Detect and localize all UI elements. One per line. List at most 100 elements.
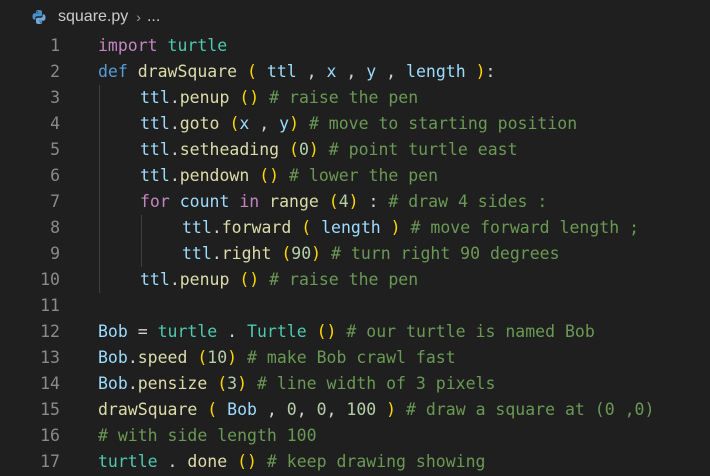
code-line[interactable]: 9 ttl.right (90) # turn right 90 degrees xyxy=(0,241,710,267)
line-number: 5 xyxy=(50,140,60,159)
line-number: 1 xyxy=(50,36,60,55)
code-token: ) xyxy=(386,400,397,419)
code-token: ) xyxy=(289,114,299,133)
code-line[interactable]: 17 turtle . done () # keep drawing showin… xyxy=(0,449,710,475)
indent-guide xyxy=(99,85,100,293)
code-token: drawSquare xyxy=(137,62,238,81)
code-token: 0 xyxy=(298,140,309,159)
code-token: # line width of 3 pixels xyxy=(256,374,496,393)
code-token: x xyxy=(239,114,250,133)
code-token: . xyxy=(211,218,222,237)
code-text: ttl.penup () # raise the pen xyxy=(140,267,418,293)
code-token: penup xyxy=(179,270,230,289)
code-token: for xyxy=(140,192,170,211)
code-token: forward xyxy=(221,218,292,237)
line-number: 11 xyxy=(40,296,60,315)
code-token: ( xyxy=(289,140,299,159)
code-editor[interactable]: 1 import turtle 2 def drawSquare ( ttl , x … xyxy=(0,33,710,476)
code-line[interactable]: 3 ttl.penup () # raise the pen xyxy=(0,85,710,111)
code-token: ) xyxy=(227,348,238,367)
code-line[interactable]: 13 Bob.speed (10) # make Bob crawl fast xyxy=(0,345,710,371)
code-token: import xyxy=(98,36,158,55)
code-token: Turtle xyxy=(247,322,307,341)
breadcrumb: square.py › ... xyxy=(0,0,710,34)
code-token: Bob xyxy=(98,322,128,341)
code-line[interactable]: 7 for count in range (4) : # draw 4 sides… xyxy=(0,189,710,215)
line-number: 8 xyxy=(50,218,60,237)
breadcrumb-separator: › xyxy=(136,9,141,25)
code-token: : xyxy=(485,62,496,81)
code-token: # raise the pen xyxy=(269,88,419,107)
code-token: pendown xyxy=(179,166,250,185)
code-token: ttl xyxy=(140,88,170,107)
code-token: # turn right 90 degrees xyxy=(331,244,560,263)
code-token: ) xyxy=(475,62,486,81)
code-token: in xyxy=(239,192,260,211)
code-token: range xyxy=(269,192,319,211)
code-line[interactable]: 2 def drawSquare ( ttl , x , y , length )… xyxy=(0,59,710,85)
breadcrumb-file[interactable]: square.py xyxy=(58,8,128,26)
code-token: 10 xyxy=(207,348,228,367)
line-number: 9 xyxy=(50,244,60,263)
line-number: 6 xyxy=(50,166,60,185)
code-token: count xyxy=(179,192,230,211)
code-token: . xyxy=(169,166,180,185)
code-token: setheading xyxy=(179,140,280,159)
code-token: # draw a square at (0 ,0) xyxy=(406,400,655,419)
code-token: () xyxy=(239,270,260,289)
line-number: 7 xyxy=(50,192,60,211)
code-line[interactable]: 11 xyxy=(0,293,710,319)
code-token: turtle xyxy=(98,452,158,471)
code-token: 90 xyxy=(291,244,312,263)
code-text: Bob = turtle . Turtle () # our turtle is… xyxy=(98,319,595,345)
code-line[interactable]: 6 ttl.pendown () # lower the pen xyxy=(0,163,710,189)
code-line[interactable]: 4 ttl.goto (x , y) # move to starting pos… xyxy=(0,111,710,137)
code-token: () xyxy=(237,452,257,471)
code-token: ) xyxy=(308,140,319,159)
code-text: ttl.forward ( length ) # move forward le… xyxy=(182,215,639,241)
code-line[interactable]: 1 import turtle xyxy=(0,33,710,59)
breadcrumb-more[interactable]: ... xyxy=(147,8,160,26)
python-icon xyxy=(32,10,46,24)
code-line[interactable]: 5 ttl.setheading (0) # point turtle east xyxy=(0,137,710,163)
code-line[interactable]: 12 Bob = turtle . Turtle () # our turtle … xyxy=(0,319,710,345)
code-text: Bob.speed (10) # make Bob crawl fast xyxy=(98,345,456,371)
code-line[interactable]: 16 # with side length 100 xyxy=(0,423,710,449)
code-token: ttl xyxy=(266,62,297,81)
code-token: right xyxy=(221,244,272,263)
code-text: ttl.goto (x , y) # move to starting posi… xyxy=(140,111,577,137)
code-token: # draw 4 sides : xyxy=(388,192,548,211)
code-line[interactable]: 14 Bob.pensize (3) # line width of 3 pixe… xyxy=(0,371,710,397)
code-token: drawSquare xyxy=(98,400,198,419)
line-number: 15 xyxy=(40,400,60,419)
code-token: # move forward length ; xyxy=(410,218,640,237)
line-number: 2 xyxy=(50,62,60,81)
code-token: . xyxy=(127,348,138,367)
code-line[interactable]: 8 ttl.forward ( length ) # move forward l… xyxy=(0,215,710,241)
code-line[interactable]: 10 ttl.penup () # raise the pen xyxy=(0,267,710,293)
code-token: ( xyxy=(281,244,292,263)
line-number: 10 xyxy=(40,270,60,289)
code-token: 0 xyxy=(316,400,327,419)
code-token: Bob xyxy=(227,400,257,419)
code-line[interactable]: 15 drawSquare ( Bob , 0, 0, 100 ) # draw … xyxy=(0,397,710,423)
code-token: ) xyxy=(311,244,322,263)
line-number: 12 xyxy=(40,322,60,341)
code-token: , xyxy=(296,400,317,419)
code-text: ttl.setheading (0) # point turtle east xyxy=(140,137,518,163)
